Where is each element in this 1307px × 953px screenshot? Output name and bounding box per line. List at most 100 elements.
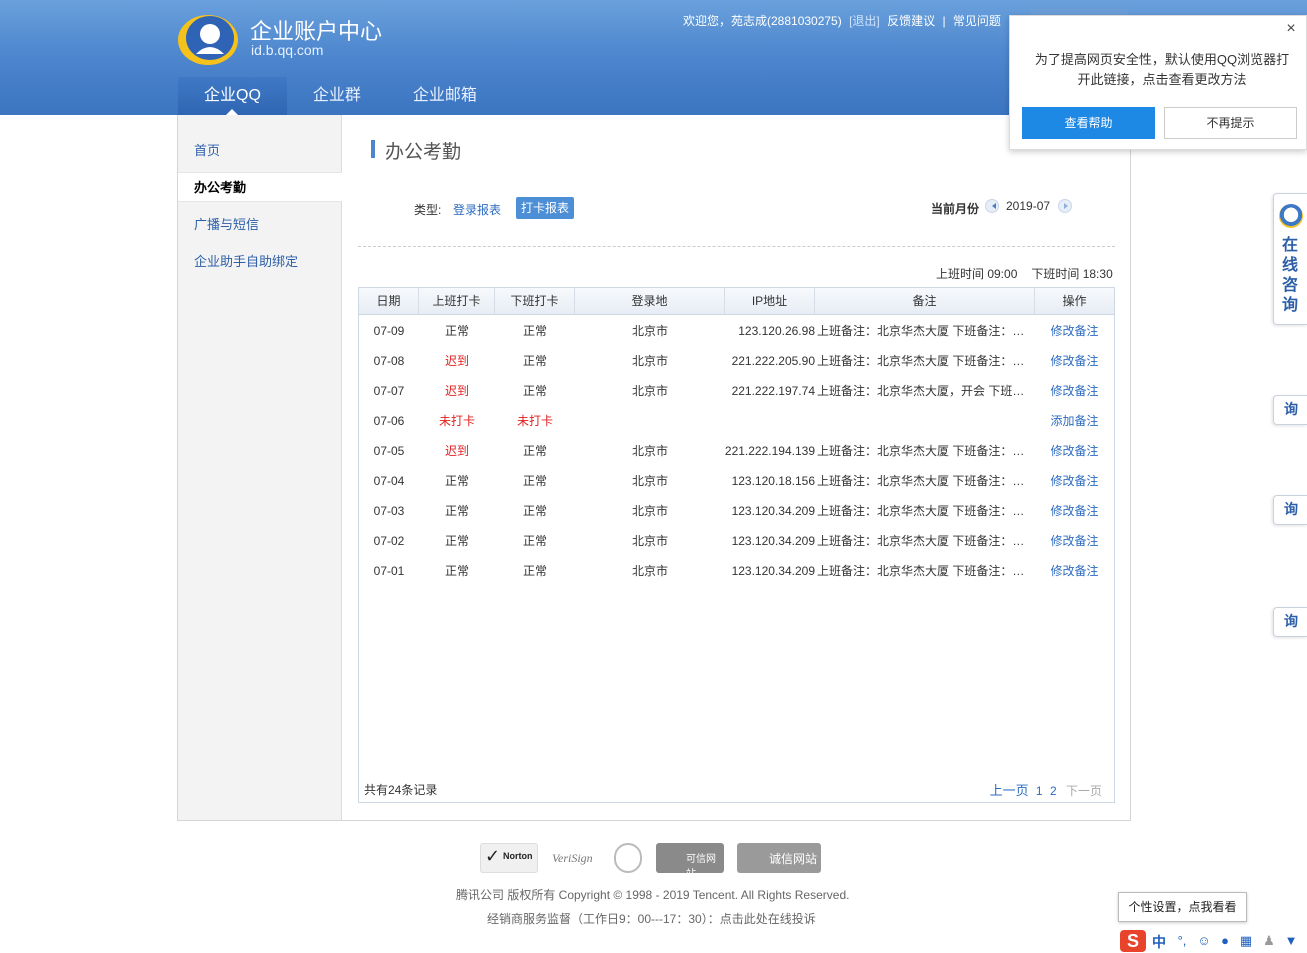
verisign-badge[interactable]: VeriSign [550,843,602,873]
trusted-site-badge[interactable]: 可信网站 [656,843,724,880]
pagination: 上一页 1 2 下一页 [990,780,1102,799]
cell-checkout: 正常 [522,564,547,578]
edit-note-link[interactable]: 修改备注 [1035,466,1114,496]
sidebar-item-broadcast[interactable]: 广播与短信 [178,210,342,240]
cell-date: 07-01 [373,564,405,578]
site-domain: id.b.qq.com [251,42,324,58]
complaint-link[interactable]: 经销商服务监督（工作日9：00---17：30）：点击此处在线投诉 [487,910,816,927]
skin-icon[interactable]: ▼ [1283,933,1299,949]
cell-location: 北京市 [631,474,668,488]
cell-checkin: 正常 [444,504,469,518]
edit-note-link[interactable]: 修改备注 [1035,346,1114,376]
emoji-icon[interactable]: ☺ [1196,933,1212,949]
cell-note: 上班备注：北京华杰大厦 下班备注：北京华杰大厦 [817,324,1035,338]
prev-page-link[interactable]: 上一页 [990,783,1029,798]
norton-badge[interactable]: ✓ Norton [480,843,538,873]
logout-link[interactable]: [退出] [849,14,880,28]
cell-date: 07-06 [373,414,405,428]
credit-site-badge[interactable]: 诚信网站 [737,843,821,873]
cell-checkout: 正常 [522,354,547,368]
punctuation-icon[interactable]: °, [1174,933,1190,949]
cell-date: 07-02 [373,534,405,548]
sidebar-item-home[interactable]: 首页 [178,136,342,166]
prev-month-icon[interactable] [985,199,999,213]
cell-checkout: 正常 [522,474,547,488]
login-report-link[interactable]: 登录报表 [453,201,501,218]
cell-location: 北京市 [631,564,668,578]
edit-note-link[interactable]: 修改备注 [1035,376,1114,406]
close-icon[interactable]: × [1284,21,1298,37]
chinese-mode-toggle[interactable]: 中 [1152,932,1166,952]
consult-tab-label: 询 [1284,613,1298,629]
table-row: 07-02 正常 正常 北京市 123.120.34.209 上班备注：北京华杰大厦 下班… [359,526,1114,556]
table-row: 07-05 迟到 正常 北京市 221.222.194.139 上班备注：北京华杰大厦 下… [359,436,1114,466]
keyboard-icon[interactable]: ▦ [1238,933,1254,949]
cell-ip: 123.120.34.209 [731,504,815,518]
edit-note-link[interactable]: 修改备注 [1035,436,1114,466]
cell-checkout: 正常 [522,534,547,548]
edit-note-link[interactable]: 添加备注 [1035,406,1114,436]
cell-ip: 221.222.205.90 [731,354,815,368]
dont-show-again-button[interactable]: 不再提示 [1164,107,1297,139]
cell-location: 北京市 [631,504,668,518]
browser-security-popup: × 为了提高网页安全性，默认使用QQ浏览器打开此链接，点击查看更改方法 查看帮助… [1009,15,1307,150]
table-row: 07-04 正常 正常 北京市 123.120.18.156 上班备注：北京华杰大厦 下班… [359,466,1114,496]
column-header-ip: IP地址 [725,288,815,314]
cell-ip: 123.120.34.209 [731,564,815,578]
edit-note-link[interactable]: 修改备注 [1035,526,1114,556]
microphone-icon[interactable]: ● [1217,933,1233,949]
cell-checkin: 迟到 [444,354,469,368]
cell-date: 07-05 [373,444,405,458]
cell-date: 07-07 [373,384,405,398]
nav-tab-group[interactable]: 企业群 [287,77,387,115]
ime-tooltip[interactable]: 个性设置，点我看看 [1118,892,1247,922]
cell-checkin: 未打卡 [438,414,475,428]
edit-note-link[interactable]: 修改备注 [1035,556,1114,586]
column-header-location: 登录地 [575,288,725,314]
cell-location: 北京市 [631,354,668,368]
next-month-icon[interactable] [1058,199,1072,213]
cell-location [575,406,725,436]
consult-tab[interactable]: 询 [1273,607,1307,637]
nav-tab-mail[interactable]: 企业邮箱 [387,77,503,115]
column-header-checkout: 下班打卡 [495,288,575,314]
sogou-logo-icon[interactable]: S [1120,930,1146,952]
check-icon: ✓ [485,846,501,866]
sidebar-item-assistant-binding[interactable]: 企业助手自助绑定 [178,247,342,277]
type-label: 类型: [414,203,442,217]
view-help-button[interactable]: 查看帮助 [1022,107,1155,139]
popup-message: 为了提高网页安全性，默认使用QQ浏览器打开此链接，点击查看更改方法 [1034,52,1290,87]
qq-logo-icon[interactable] [176,10,240,66]
cell-note: 上班备注：北京华杰大厦，开会 下班备注：北京华杰大厦 [817,384,1035,398]
column-header-date: 日期 [359,288,419,314]
table-footer: 共有24条记录 上一页 1 2 下一页 [359,774,1114,802]
online-consult-widget[interactable]: 在线咨询 [1273,193,1307,325]
cell-location: 北京市 [631,324,668,338]
table-header: 日期 上班打卡 下班打卡 登录地 IP地址 备注 操作 [359,288,1114,315]
punch-report-button[interactable]: 打卡报表 [516,197,574,219]
faq-link[interactable]: 常见问题 [953,14,1001,28]
nav-tab-qq[interactable]: 企业QQ [178,77,287,115]
column-header-checkin: 上班打卡 [419,288,495,314]
column-header-action: 操作 [1062,294,1087,308]
cell-checkin: 正常 [444,474,469,488]
page-1-link[interactable]: 1 [1036,784,1043,798]
user-icon[interactable]: ♟ [1261,933,1277,949]
cell-checkout: 正常 [522,384,547,398]
table-row: 07-01 正常 正常 北京市 123.120.34.209 上班备注：北京华杰大厦 下班… [359,556,1114,586]
consult-tab[interactable]: 询 [1273,395,1307,425]
seal-icon[interactable] [614,843,642,873]
cell-ip: 123.120.18.156 [731,474,815,488]
cell-ip [715,406,815,436]
page-2-link[interactable]: 2 [1050,784,1057,798]
cell-checkin: 正常 [444,564,469,578]
sidebar-item-attendance[interactable]: 办公考勤 [178,172,342,202]
feedback-link[interactable]: 反馈建议 [887,14,935,28]
cell-note: 上班备注：北京华杰大厦 下班备注：北京华杰大厦 [817,504,1035,518]
next-page-link[interactable]: 下一页 [1066,784,1102,798]
consult-tab[interactable]: 询 [1273,495,1307,525]
edit-note-link[interactable]: 修改备注 [1035,496,1114,526]
edit-note-link[interactable]: 修改备注 [1035,316,1114,346]
separator: | [942,14,946,28]
table-row: 07-06 未打卡 未打卡 添加备注 [359,406,1114,436]
